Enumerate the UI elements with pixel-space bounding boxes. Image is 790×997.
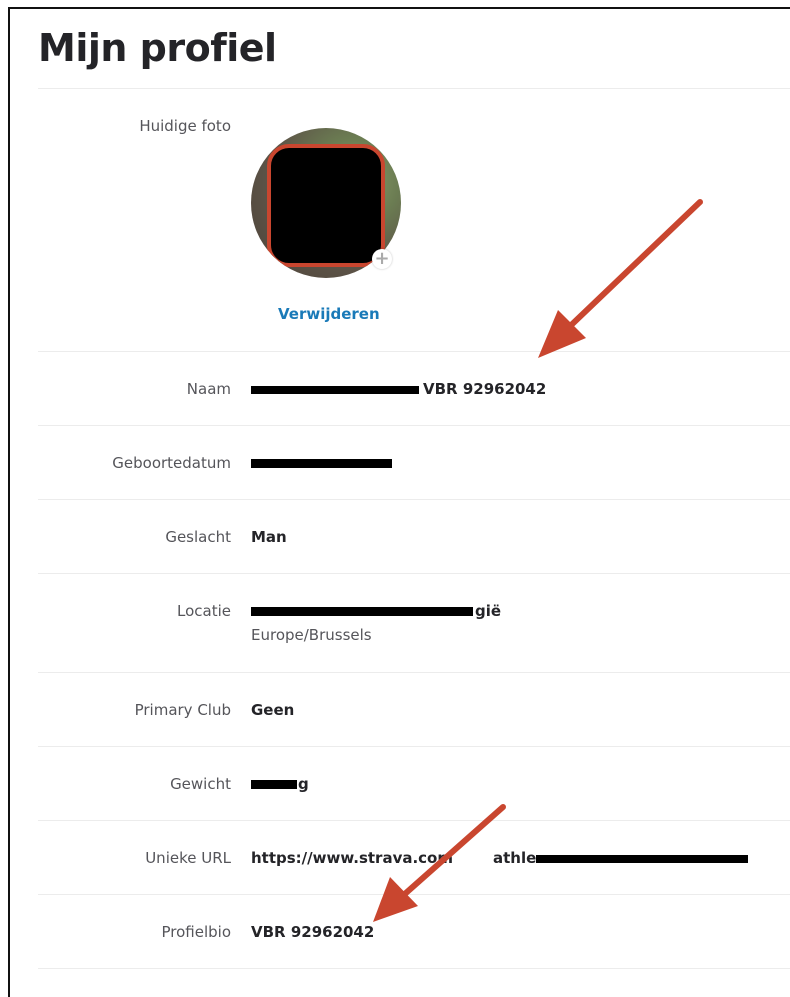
divider bbox=[38, 894, 790, 895]
plus-icon[interactable]: + bbox=[372, 249, 392, 269]
redaction-bar bbox=[536, 854, 749, 863]
primary-club-label: Primary Club bbox=[134, 701, 231, 719]
divider bbox=[38, 746, 790, 747]
avatar-redaction bbox=[267, 144, 385, 267]
divider bbox=[38, 425, 790, 426]
remove-photo-link[interactable]: Verwijderen bbox=[278, 305, 380, 323]
bio-label: Profielbio bbox=[161, 923, 231, 941]
name-value-text: VBR 92962042 bbox=[423, 380, 547, 398]
location-value: gië bbox=[251, 602, 501, 620]
weight-label: Gewicht bbox=[170, 775, 231, 793]
birthdate-label: Geboortedatum bbox=[112, 454, 231, 472]
weight-value: g bbox=[251, 775, 309, 793]
divider bbox=[38, 88, 790, 89]
gender-value: Man bbox=[251, 528, 287, 546]
location-value-text: gië bbox=[475, 602, 502, 620]
bio-value: VBR 92962042 bbox=[251, 923, 375, 941]
primary-club-value: Geen bbox=[251, 701, 295, 719]
divider bbox=[38, 351, 790, 352]
photo-label: Huidige foto bbox=[139, 117, 231, 135]
divider bbox=[38, 672, 790, 673]
divider bbox=[38, 573, 790, 574]
page-title: Mijn profiel bbox=[38, 26, 277, 70]
url-value-prefix: https://www.strava.com bbox=[251, 849, 453, 867]
weight-value-text: g bbox=[298, 775, 309, 793]
url-label: Unieke URL bbox=[145, 849, 231, 867]
gender-label: Geslacht bbox=[165, 528, 231, 546]
timezone-value: Europe/Brussels bbox=[251, 626, 372, 644]
divider bbox=[38, 499, 790, 500]
divider bbox=[38, 968, 790, 969]
redaction-bar bbox=[251, 607, 473, 616]
redaction-bar bbox=[251, 780, 297, 789]
redaction-bar bbox=[251, 385, 419, 394]
birthdate-value bbox=[251, 454, 392, 472]
redaction-bar bbox=[251, 459, 392, 468]
url-value[interactable]: https://www.strava.com athle bbox=[251, 849, 749, 867]
location-label: Locatie bbox=[177, 602, 231, 620]
divider bbox=[38, 820, 790, 821]
name-label: Naam bbox=[186, 380, 231, 398]
name-value: VBR 92962042 bbox=[251, 380, 546, 398]
url-value-middle: athle bbox=[493, 849, 537, 867]
